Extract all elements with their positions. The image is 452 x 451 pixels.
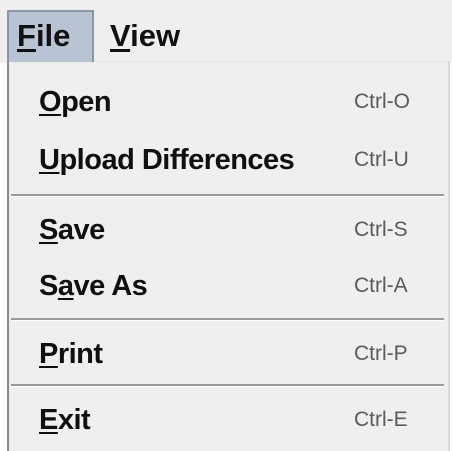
menu-item-label: Exit <box>39 404 91 436</box>
menu-item-shortcut: Ctrl-O <box>354 90 410 113</box>
menu-bar: File View <box>0 0 452 62</box>
menu-file[interactable]: File <box>7 10 94 62</box>
menu-view-label-rest: iew <box>130 18 181 53</box>
menu-item-label: Print <box>39 338 103 370</box>
menu-file-label-rest: ile <box>35 18 71 53</box>
menu-item-shortcut: Ctrl-U <box>354 148 409 171</box>
menu-item-print[interactable]: Print Ctrl-P <box>9 324 448 384</box>
menu-item-shortcut: Ctrl-P <box>354 342 408 365</box>
menu-item-label: Open <box>39 86 112 118</box>
menu-item-exit[interactable]: Exit Ctrl-E <box>9 390 448 450</box>
file-menu-dropdown: Open Ctrl-O Upload Differences Ctrl-U Sa… <box>7 62 450 451</box>
menu-item-shortcut: Ctrl-A <box>354 274 408 297</box>
menu-item-label: Save As <box>39 270 148 302</box>
menu-item-save[interactable]: Save Ctrl-S <box>9 200 448 260</box>
menu-item-shortcut: Ctrl-E <box>354 408 408 431</box>
menu-item-label: Upload Differences <box>39 144 295 176</box>
menu-item-label: Save <box>39 214 105 246</box>
menu-separator <box>11 318 444 321</box>
menu-item-open[interactable]: Open Ctrl-O <box>9 72 448 132</box>
menu-item-upload-differences[interactable]: Upload Differences Ctrl-U <box>9 130 448 190</box>
menu-view[interactable]: View <box>110 10 200 62</box>
menu-view-mnemonic: V <box>110 18 131 53</box>
menu-file-mnemonic: F <box>17 18 36 53</box>
menu-separator <box>11 194 444 197</box>
menu-item-save-as[interactable]: Save As Ctrl-A <box>9 256 448 316</box>
menu-separator <box>11 384 444 387</box>
menu-item-shortcut: Ctrl-S <box>354 218 408 241</box>
